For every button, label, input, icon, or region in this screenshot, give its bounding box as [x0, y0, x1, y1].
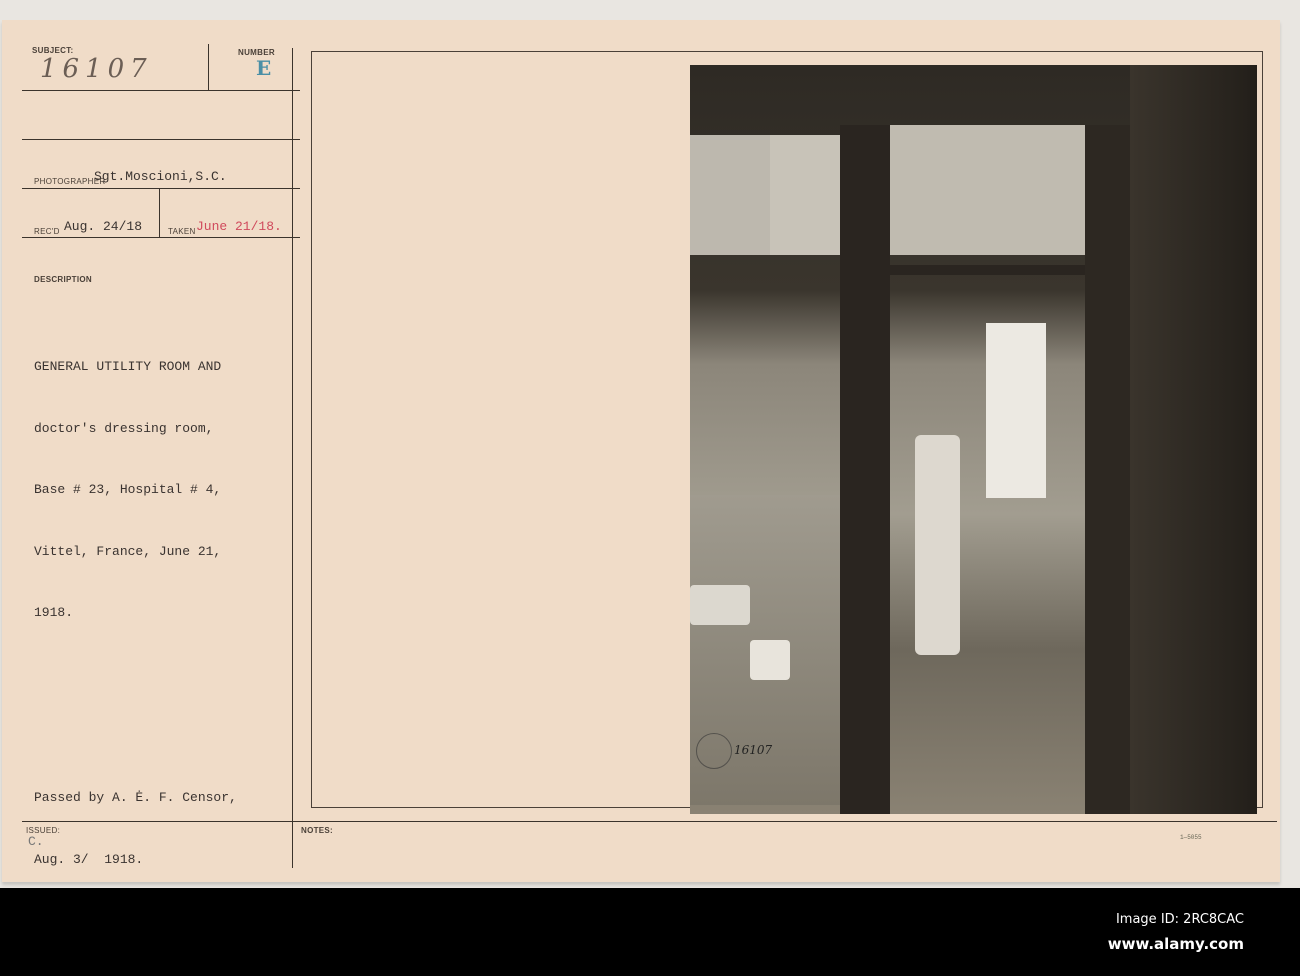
- site-url[interactable]: www.alamy.com: [1108, 935, 1244, 953]
- divider: [159, 188, 160, 238]
- description-text: GENERAL UTILITY ROOM AND doctor's dressi…: [34, 316, 221, 665]
- number-stamp: E: [256, 56, 272, 80]
- column-divider: [292, 48, 293, 868]
- divider: [22, 90, 300, 91]
- description-line: Base # 23, Hospital # 4,: [34, 482, 222, 497]
- description-line: GENERAL UTILITY ROOM AND: [34, 359, 222, 374]
- notes-label: NOTES:: [301, 826, 334, 835]
- issued-value: C.: [28, 834, 44, 849]
- recd-label: REC'D: [34, 227, 60, 236]
- subject-value: 16107: [40, 54, 153, 84]
- censor-text: Passed by A. Ė. F. Censor, Aug. 3/ 1918.: [34, 747, 237, 911]
- description-line: doctor's dressing room,: [34, 420, 214, 436]
- photograph: 16107: [690, 65, 1257, 814]
- divider: [22, 188, 300, 189]
- taken-value: June 21/18.: [196, 219, 282, 234]
- image-id: Image ID: 2RC8CAC: [1115, 912, 1244, 927]
- taken-label: TAKEN: [168, 227, 196, 236]
- signal-corps-stamp: [696, 733, 732, 769]
- recd-value: Aug. 24/18: [64, 219, 143, 234]
- divider: [208, 44, 209, 90]
- form-code: 1—5055: [1180, 834, 1202, 841]
- divider: [22, 139, 300, 140]
- description-line: Vittel, France, June 21,: [34, 543, 222, 559]
- description-line: 1918.: [34, 605, 74, 620]
- photo-number: 16107: [734, 743, 773, 757]
- censor-line: Passed by A. Ė. F. Censor,: [34, 790, 237, 805]
- photographer-value: Sgt.Moscioni,S.C.: [94, 169, 227, 184]
- description-label: DESCRIPTION: [34, 275, 92, 284]
- censor-line: Aug. 3/ 1918.: [34, 851, 144, 867]
